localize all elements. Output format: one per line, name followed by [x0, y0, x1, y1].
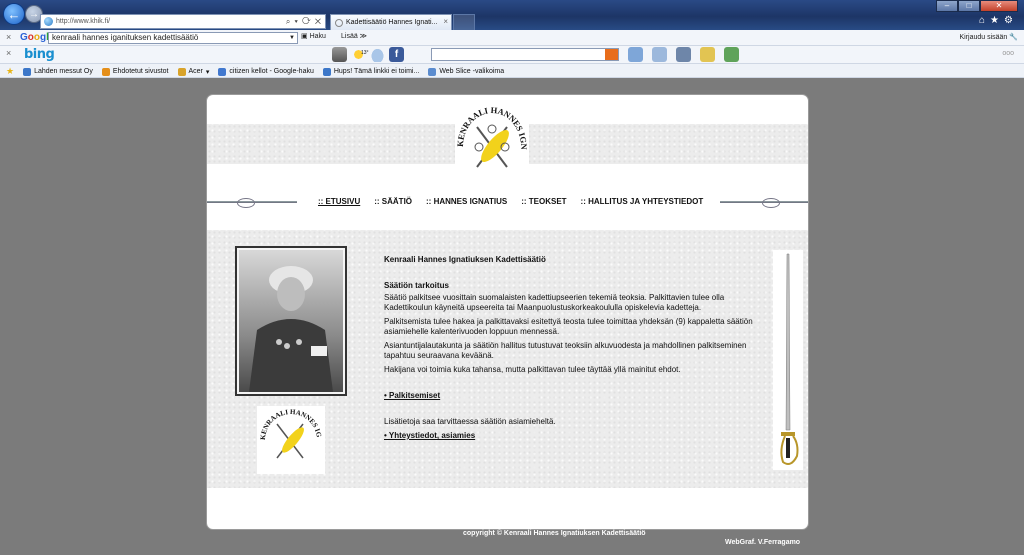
purpose-heading: Säätiön tarkoitus [384, 281, 449, 290]
video-icon[interactable] [676, 47, 691, 62]
nav-hannes-ignatius[interactable]: :: HANNES IGNATIUS [426, 197, 507, 206]
portrait-photo [235, 246, 347, 396]
bing-logo: bing [24, 47, 55, 62]
close-toolbar-icon[interactable]: × [6, 48, 11, 58]
page-title: Kenraali Hannes Ignatiuksen Kadettisääti… [384, 255, 546, 264]
tab-close-icon[interactable]: × [443, 17, 448, 26]
more-info-text: Lisätietoja saa tarvittaessa säätiön asi… [384, 417, 556, 426]
arrow-right-icon: → [29, 8, 39, 20]
awards-link[interactable]: • Palkitsemiset [384, 391, 770, 401]
google-toolbar: × Google kenraali hannes iganituksen kad… [0, 30, 1024, 46]
globe-icon[interactable] [724, 47, 739, 62]
more-button[interactable]: Lisää ≫ [341, 32, 367, 40]
site-container: KENRAALI HANNES IGNATIUKSEN KADETTISÄÄTI… [206, 94, 809, 530]
home-favorites-tools-icons[interactable]: ⌂★⚙ [979, 15, 1018, 26]
favorite-link[interactable]: Lahden messut Oy [23, 66, 93, 77]
address-actions-icon[interactable]: ⌕ ▾ ⟳ ✕ [286, 17, 322, 27]
favorite-link[interactable]: citizen kellot - Google-haku [218, 66, 314, 77]
left-ornament-icon [207, 198, 297, 208]
tab-title: Kadettisäätiö Hannes Ignati... [346, 19, 438, 26]
search-icon[interactable] [605, 49, 618, 60]
facebook-icon[interactable]: f [389, 47, 404, 62]
close-toolbar-icon[interactable]: × [6, 32, 11, 42]
paragraph: Hakijana voi toimia kuka tahansa, mutta … [384, 365, 681, 374]
paragraph: Asiantuntijalautakunta ja säätiön hallit… [384, 341, 747, 360]
favorite-link[interactable]: Ehdotetut sivustot [101, 66, 169, 77]
suggested-sites-icon [101, 67, 110, 76]
google-search-icon: ▣ [301, 33, 308, 40]
page-footer: copyright © Kenraali Hannes Ignatiuksen … [0, 530, 1024, 555]
minimize-button[interactable]: – [936, 0, 958, 12]
tab-active[interactable]: Kadettisäätiö Hannes Ignati... × [330, 14, 452, 30]
browser-titlebar: ← → http://www.khik.fi/ ⌕ ▾ ⟳ ✕ Kadettis… [0, 0, 1024, 30]
sabre-image [773, 250, 803, 470]
bing-toolbar: × bing 13° f ooo [0, 46, 1024, 64]
bing-search-input[interactable] [431, 48, 619, 61]
address-bar[interactable]: http://www.khik.fi/ ⌕ ▾ ⟳ ✕ [40, 14, 326, 29]
nav-teokset[interactable]: :: TEOKSET [521, 197, 566, 206]
address-text: http://www.khik.fi/ [56, 18, 111, 25]
tab-favicon-icon [335, 18, 343, 27]
favorite-link[interactable]: Acer ▾ [177, 66, 209, 77]
camera-icon[interactable] [332, 47, 347, 62]
seal-text: KENRAALI HANNES IGNATIUKSEN KADETTISÄÄTI… [257, 406, 323, 440]
haku-button[interactable]: ▣ Haku [301, 32, 326, 40]
favorites-bar: ★ Lahden messut Oy Ehdotetut sivustot Ac… [0, 64, 1024, 78]
main-navigation: :: ETUSIVU :: SÄÄTIÖ :: HANNES IGNATIUS … [207, 189, 808, 215]
foundation-seal-small-logo: KENRAALI HANNES IGNATIUKSEN KADETTISÄÄTI… [254, 400, 325, 474]
signin-link[interactable]: Kirjaudu sisään 🔧 [959, 33, 1018, 41]
web-slice-icon [428, 67, 437, 76]
window-controls: – □ ✕ [936, 0, 1018, 12]
favorite-link[interactable]: Hups! Tämä linkki ei toimi... [322, 66, 419, 77]
mail-icon[interactable] [370, 47, 385, 62]
folder-icon [177, 67, 186, 76]
bing-right-icons [628, 47, 739, 62]
nav-saatio[interactable]: :: SÄÄTIÖ [374, 197, 412, 206]
arrow-left-icon: ← [7, 6, 21, 22]
foundation-seal-logo[interactable]: KENRAALI HANNES IGNATIUKSEN KADETTISÄÄTI… [452, 95, 529, 194]
favorite-link[interactable]: Web Slice -valikoima [428, 66, 504, 77]
page-icon [322, 67, 331, 76]
more-options-icon[interactable]: ooo [1002, 50, 1014, 57]
copyright-text: copyright © Kenraali Hannes Ignatiuksen … [463, 530, 646, 537]
contact-link[interactable]: • Yhteystiedot, asiamies [384, 431, 770, 441]
close-window-button[interactable]: ✕ [980, 0, 1018, 12]
page-viewport: KENRAALI HANNES IGNATIUKSEN KADETTISÄÄTI… [0, 79, 1024, 555]
new-tab-button[interactable] [453, 14, 475, 30]
favorites-star-icon[interactable]: ★ [6, 66, 14, 77]
main-text: Kenraali Hannes Ignatiuksen Kadettisääti… [384, 255, 770, 441]
like-icon[interactable] [628, 47, 643, 62]
chat-icon[interactable] [652, 47, 667, 62]
google-icon [218, 67, 227, 76]
credit-text: WebGraf. V.Ferragamo [725, 539, 801, 546]
weather-icon[interactable]: 13° [351, 47, 369, 62]
page-icon [44, 17, 53, 26]
bing-tool-icons: 13° f [332, 47, 404, 62]
nav-hallitus-yhteystiedot[interactable]: :: HALLITUS JA YHTEYSTIEDOT [581, 197, 704, 206]
page-icon [23, 67, 32, 76]
right-ornament-icon [720, 198, 808, 208]
sparkle-icon[interactable] [700, 47, 715, 62]
content-area: KENRAALI HANNES IGNATIUKSEN KADETTISÄÄTI… [207, 230, 808, 488]
paragraph: Palkitsemista tulee hakea ja palkittavak… [384, 317, 753, 336]
back-button[interactable]: ← [3, 3, 25, 25]
paragraph: Säätiö palkitsee vuosittain suomalaisten… [384, 293, 725, 312]
google-search-input[interactable]: kenraali hannes iganituksen kadettisääti… [48, 32, 298, 44]
maximize-button[interactable]: □ [958, 0, 980, 12]
nav-etusivu[interactable]: :: ETUSIVU [318, 197, 360, 206]
chevron-down-icon[interactable]: ▼ [289, 33, 295, 43]
